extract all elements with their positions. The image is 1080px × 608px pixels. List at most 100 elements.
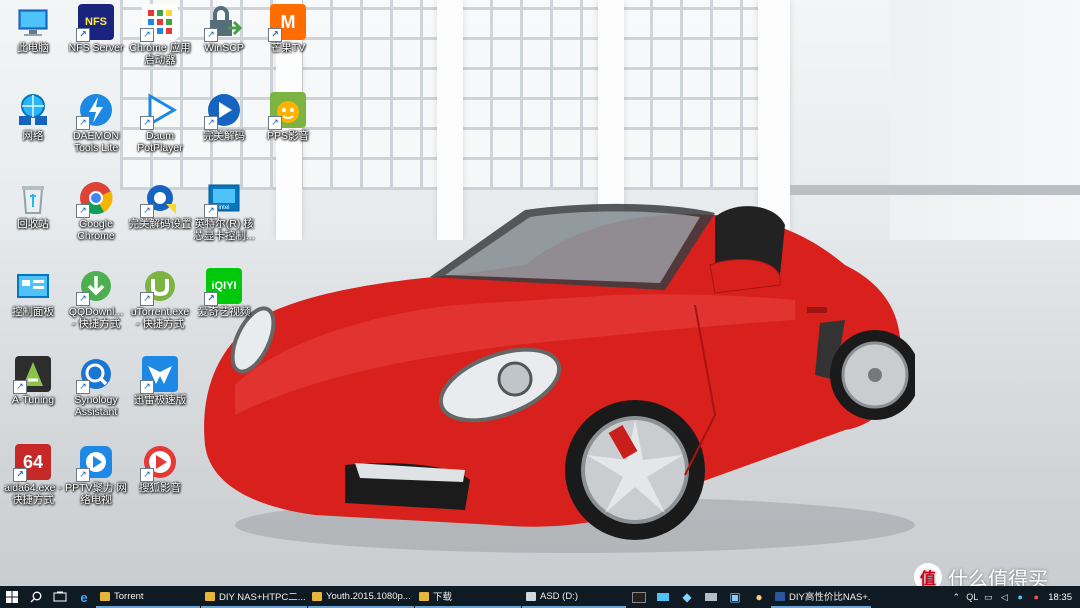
perfect-decoder-icon: ↗ [204,92,242,130]
chrome-apps-icon: ↗ [140,4,178,42]
shield-icon: ◆ [682,590,692,604]
winscp-icon: ↗ [204,4,243,42]
desktop-icon-google-chrome[interactable]: ↗ Google Chrome [63,176,129,242]
taskbar-pinned-cmd[interactable] [627,586,651,608]
tray-ime[interactable]: QL [964,586,980,608]
desktop-icon-recycle-bin[interactable]: 回收站 [0,176,66,230]
desktop-icon-sohu-video[interactable]: ↗ 搜狐影音 [127,440,193,494]
taskbar-app-diy-nas-htpc[interactable]: DIY NAS+HTPC二... [201,586,307,608]
control-panel-icon [15,268,51,304]
daemon-tools-icon: ↗ [76,92,114,130]
desktop-icon-winscp[interactable]: ↗ WinSCP [191,0,257,54]
desktop-icon-a-tuning[interactable]: ↗ A-Tuning [0,352,66,406]
decoder-settings-icon: ↗ [140,180,178,218]
iqiyi-icon: iQIYI ↗ [204,268,242,306]
monitor-icon [657,593,669,601]
desktop-icon-daemon-tools[interactable]: ↗ DAEMON Tools Lite [63,88,129,154]
desktop-icon-perfect-decoder[interactable]: ↗ 完美解码 [191,88,257,142]
qqdownload-icon: ↗ [76,268,114,306]
a-tuning-icon: ↗ [13,356,51,394]
tray-app[interactable]: ● [1028,586,1044,608]
system-tray: ⌃ QL ▭ ◁ ● ● 18:35 [948,586,1080,608]
desktop-icon-chrome-app-launcher[interactable]: ↗ Chrome 应用 启动器 [127,0,193,66]
start-button[interactable] [0,586,24,608]
taskbar-app-youth[interactable]: Youth.2015.1080p... [308,586,414,608]
network-icon: ▭ [983,591,993,602]
desktop-icon-intel-graphics[interactable]: intel ↗ 英特尔(R) 核 芯显卡控制... [191,176,257,242]
taskbar-app-diy-nas-doc[interactable]: DIY高性价比NAS+... [771,586,871,608]
red-sports-car [204,203,915,553]
tray-volume[interactable]: ◁ [996,586,1012,608]
monitor-icon [705,593,717,601]
desktop-icon-synology-assistant[interactable]: ↗ Synology Assistant [63,352,129,418]
search-button[interactable] [24,586,48,608]
taskbar-app-downloads[interactable]: 下载 [415,586,521,608]
recycle-bin-icon [15,180,51,216]
drive-icon [526,591,536,601]
desktop-icon-iqiyi[interactable]: iQIYI ↗ 爱奇艺视频 [191,264,257,318]
pptv-icon: ↗ [76,444,114,482]
folder-icon [100,591,110,601]
desktop-icon-thunder[interactable]: ↗ 迅雷极速版 [127,352,193,406]
taskbar-pinned-shield[interactable]: ◆ [675,586,699,608]
task-view-icon [53,591,67,602]
taskbar-pinned-app[interactable]: ● [747,586,771,608]
pps-icon: ↗ [268,92,306,130]
sohu-video-icon: ↗ [140,444,178,482]
network-icon [15,92,51,128]
word-icon [775,591,785,601]
synology-assistant-icon: ↗ [76,356,114,394]
desktop-icon-aida64[interactable]: 64 ↗ aida64.exe - 快捷方式 [0,440,66,506]
taskbar-app-torrent[interactable]: Torrent [96,586,200,608]
app-icon: ● [1017,592,1023,602]
taskbar: e Torrent DIY NAS+HTPC二... Youth.2015.10… [0,586,1080,608]
tray-chevron[interactable]: ⌃ [948,586,964,608]
chrome-icon: ↗ [76,180,114,218]
desktop-icon-control-panel[interactable]: 控制面板 [0,264,66,318]
wallpaper-window [300,0,440,190]
desktop-icon-potplayer[interactable]: ↗ Daum PotPlayer [127,88,193,154]
desktop-icon-network[interactable]: 网络 [0,88,66,142]
folder-icon [419,591,429,601]
app-icon: ● [1033,592,1039,602]
desktop-icon-pptv[interactable]: ↗ PPTV聚力 网 络电视 [63,440,129,506]
wallpaper-stripe [790,185,1080,195]
network-icon: ▣ [729,590,741,604]
task-view-button[interactable] [48,586,72,608]
folder-icon [312,591,322,601]
taskbar-pinned-monitor[interactable] [699,586,723,608]
edge-button[interactable]: e [72,586,96,608]
desktop-icon-this-pc[interactable]: 此电脑 [0,0,66,54]
desktop-icon-mango-tv[interactable]: M ↗ 芒果TV [255,0,321,54]
desktop-icon-nfs-server[interactable]: NFS ↗ NFS Server [63,0,129,54]
app-icon: ● [755,590,763,604]
search-icon [30,591,42,603]
computer-icon [15,4,51,40]
wallpaper-window [460,0,600,190]
aida64-icon: 64 ↗ [13,444,51,482]
desktop-icon-qqdownload[interactable]: ↗ QQDownl... - 快捷方式 [63,264,129,330]
edge-icon: e [80,589,88,605]
clock[interactable]: 18:35 [1044,592,1080,603]
windows-logo-icon [6,591,18,603]
tray-network[interactable]: ▭ [980,586,996,608]
intel-graphics-icon: intel ↗ [204,180,242,218]
desktop-icon-utorrent[interactable]: ↗ uTorrent.exe - 快捷方式 [127,264,193,330]
folder-icon [205,591,215,601]
tray-app[interactable]: ● [1012,586,1028,608]
volume-icon: ◁ [1000,591,1008,602]
taskbar-pinned-display[interactable] [651,586,675,608]
potplayer-icon: ↗ [140,92,178,130]
taskbar-pinned-network[interactable]: ▣ [723,586,747,608]
utorrent-icon: ↗ [140,268,178,306]
wallpaper-window [620,0,760,190]
desktop-icon-pps[interactable]: ↗ PPS影音 [255,88,321,142]
desktop-icon-decoder-settings[interactable]: ↗ 完美解码设置 [127,176,193,230]
chevron-up-icon: ⌃ [952,591,960,602]
taskbar-app-asd-drive[interactable]: ASD (D:) [522,586,626,608]
cmd-icon [632,591,646,603]
nfs-icon: NFS ↗ [76,4,114,42]
svg-text:intel: intel [218,205,229,211]
mango-tv-icon: M ↗ [268,4,306,42]
thunder-icon: ↗ [140,356,178,394]
